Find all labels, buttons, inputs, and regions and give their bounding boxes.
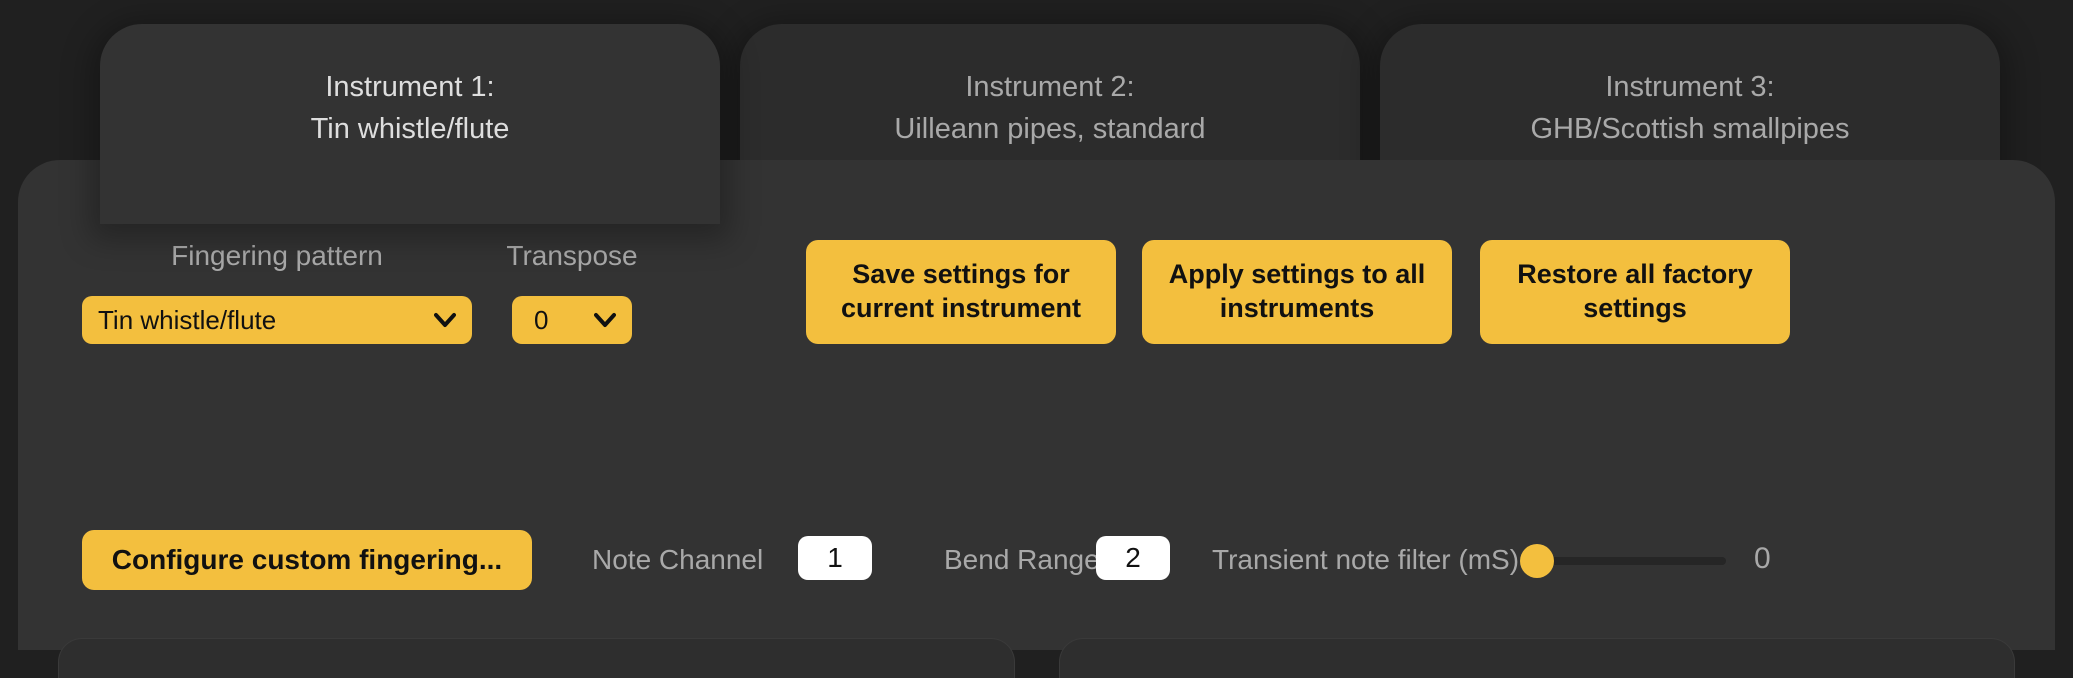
tab-title-line1: Instrument 1:: [325, 66, 494, 108]
fingering-pattern-group: Fingering pattern Tin whistle/flute: [82, 240, 472, 344]
tab-title-line1: Instrument 2:: [965, 66, 1134, 108]
bend-range-label: Bend Range: [944, 544, 1100, 576]
slider-track: [1526, 557, 1726, 565]
fingering-pattern-select[interactable]: Tin whistle/flute: [82, 296, 472, 344]
bend-range-input[interactable]: 2: [1096, 536, 1170, 580]
transient-filter-slider[interactable]: [1526, 552, 1726, 570]
transient-filter-label: Transient note filter (mS): [1212, 544, 1519, 576]
settings-row-1: Fingering pattern Tin whistle/flute Tran…: [82, 240, 1991, 350]
note-channel-label: Note Channel: [592, 544, 763, 576]
tab-title-line2: GHB/Scottish smallpipes: [1530, 108, 1849, 150]
button-label: Restore all factory settings: [1502, 258, 1768, 326]
bend-range-value: 2: [1125, 542, 1141, 574]
button-label: Save settings for current instrument: [828, 258, 1094, 326]
instrument-tabs: Instrument 1: Tin whistle/flute Instrume…: [0, 24, 2073, 154]
chevron-down-icon: [594, 312, 616, 328]
transient-filter-value: 0: [1754, 542, 1771, 576]
tab-title-line2: Tin whistle/flute: [311, 108, 510, 150]
configure-custom-fingering-button[interactable]: Configure custom fingering...: [82, 530, 532, 590]
tab-instrument-1[interactable]: Instrument 1: Tin whistle/flute: [100, 24, 720, 224]
sub-panel-left: [58, 638, 1015, 678]
chevron-down-icon: [434, 312, 456, 328]
note-channel-value: 1: [827, 542, 843, 574]
sub-panel-right: [1059, 638, 2016, 678]
transpose-group: Transpose 0: [502, 240, 642, 344]
transpose-select[interactable]: 0: [512, 296, 632, 344]
settings-panel: Fingering pattern Tin whistle/flute Tran…: [18, 160, 2055, 650]
tab-title-line2: Uilleann pipes, standard: [894, 108, 1205, 150]
restore-factory-button[interactable]: Restore all factory settings: [1480, 240, 1790, 344]
tab-title-line1: Instrument 3:: [1605, 66, 1774, 108]
transpose-label: Transpose: [502, 240, 642, 272]
apply-settings-button[interactable]: Apply settings to all instruments: [1142, 240, 1452, 344]
note-channel-input[interactable]: 1: [798, 536, 872, 580]
save-settings-button[interactable]: Save settings for current instrument: [806, 240, 1116, 344]
sub-panels-row: [58, 638, 2015, 678]
slider-thumb[interactable]: [1520, 544, 1554, 578]
button-label: Configure custom fingering...: [112, 544, 502, 576]
fingering-pattern-value: Tin whistle/flute: [98, 305, 276, 336]
settings-row-2: Configure custom fingering... Note Chann…: [82, 530, 1991, 600]
button-label: Apply settings to all instruments: [1164, 258, 1430, 326]
fingering-pattern-label: Fingering pattern: [82, 240, 472, 272]
